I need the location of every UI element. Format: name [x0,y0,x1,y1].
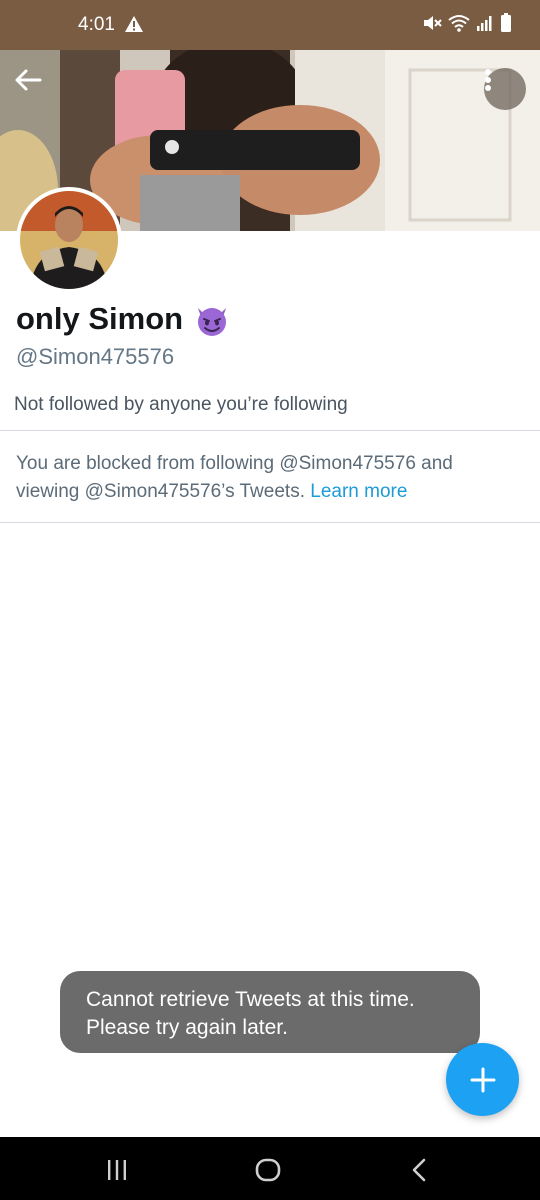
wifi-icon [448,14,470,37]
toast-line-2: Please try again later. [86,1016,288,1039]
learn-more-link[interactable]: Learn more [310,481,407,502]
status-icons [422,12,512,38]
battery-icon [500,12,512,38]
arrow-left-icon [15,69,42,91]
recent-apps-icon[interactable] [106,1159,128,1186]
mute-icon [422,13,442,38]
plus-icon [470,1067,495,1092]
divider [0,430,540,431]
blocked-notice: You are blocked from following @Simon475… [16,450,516,506]
divider [0,522,540,523]
avatar[interactable] [16,187,122,293]
avatar-photo [20,191,118,289]
back-icon[interactable] [410,1158,428,1187]
more-vertical-icon [485,69,491,91]
warning-icon [124,15,144,38]
status-time: 4:01 [78,14,115,35]
home-icon[interactable] [255,1158,281,1187]
followed-by-text: Not followed by anyone you’re following [14,394,348,415]
more-options-button[interactable] [484,68,526,110]
display-name-text: only Simon [16,301,184,336]
smiling-devil-emoji-icon [193,300,231,338]
compose-tweet-button[interactable] [446,1043,519,1116]
toast-line-1: Cannot retrieve Tweets at this time. [86,988,415,1011]
display-name: only Simon [16,300,231,338]
back-button[interactable] [14,68,58,108]
profile-handle: @Simon475576 [16,344,175,369]
system-navigation-bar [0,1137,540,1200]
error-toast: Cannot retrieve Tweets at this time. Ple… [60,971,480,1053]
status-bar: 4:01 [0,0,540,50]
signal-icon [476,14,494,37]
